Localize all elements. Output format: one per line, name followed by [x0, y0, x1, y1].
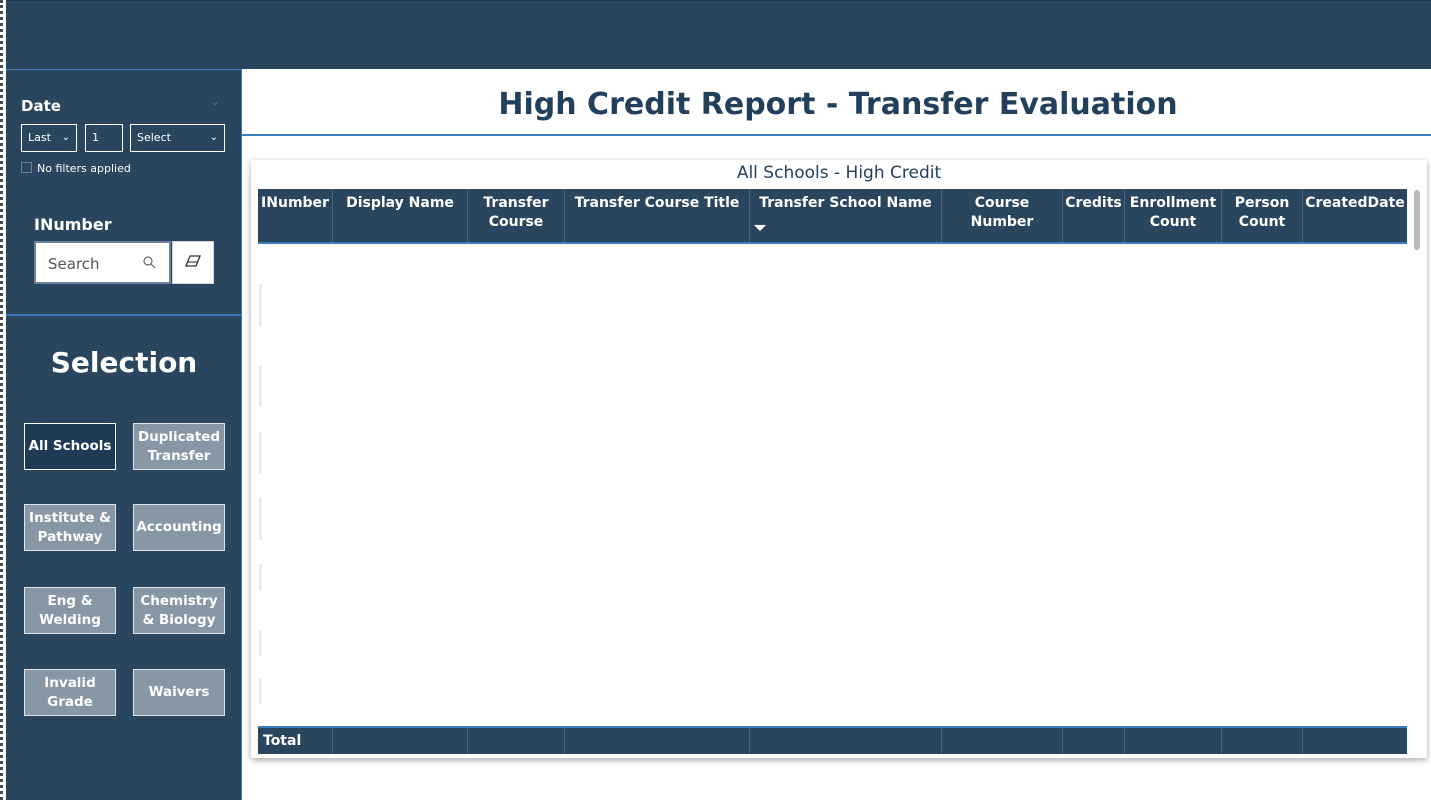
column-header-inumber[interactable]: INumber [258, 189, 333, 242]
accounting-button[interactable]: Accounting [133, 504, 225, 551]
search-icon [143, 256, 156, 273]
column-header-transfer-school-name[interactable]: Transfer School Name [750, 189, 942, 242]
table-row-placeholder [259, 365, 262, 407]
calendar-icon [21, 162, 32, 173]
all-schools-button[interactable]: All Schools [24, 423, 116, 470]
report-header: High Credit Report - Transfer Evaluation [242, 69, 1431, 136]
date-count-input[interactable]: 1 [85, 124, 123, 152]
table-title: All Schools - High Credit [736, 163, 942, 183]
filter-sidebar: Date ⌄ Last ⌄ 1 Select ⌄ No filters appl… [6, 69, 242, 800]
table-row-placeholder [259, 284, 262, 326]
column-header-display-name[interactable]: Display Name [333, 189, 468, 242]
date-period-value: Last [28, 131, 51, 144]
column-header-transfer-course-title[interactable]: Transfer Course Title [565, 189, 750, 242]
eng-welding-button[interactable]: Eng & Welding [24, 587, 116, 634]
duplicated-transfer-button[interactable]: Duplicated Transfer [133, 423, 225, 470]
total-cell [1125, 728, 1222, 754]
inumber-slicer-title: INumber [34, 215, 112, 234]
chevron-down-icon: ⌄ [209, 132, 218, 143]
column-header-course-number[interactable]: Course Number [942, 189, 1063, 242]
column-header-created-date[interactable]: CreatedDate [1303, 189, 1407, 242]
selection-title: Selection [50, 346, 198, 379]
date-filter-status-text: No filters applied [37, 162, 131, 175]
date-slicer-title: Date [21, 97, 61, 115]
page-title: High Credit Report - Transfer Evaluation [498, 87, 1178, 122]
inumber-search-input[interactable]: Search [34, 241, 171, 284]
total-label: Total [258, 728, 333, 754]
total-cell [750, 728, 942, 754]
table-row-placeholder [259, 432, 262, 474]
institute-pathway-button[interactable]: Institute & Pathway [24, 504, 116, 551]
sidebar-top-divider [6, 69, 242, 70]
eraser-icon [185, 253, 201, 271]
table-header: INumber Display Name Transfer Course Tra… [258, 189, 1407, 244]
sidebar-right-divider [241, 69, 242, 800]
total-cell [1222, 728, 1303, 754]
total-cell [1303, 728, 1407, 754]
total-cell [1063, 728, 1125, 754]
total-cell [333, 728, 468, 754]
search-placeholder: Search [48, 255, 100, 273]
date-unit-value: Select [137, 131, 171, 144]
clear-search-button[interactable] [172, 241, 214, 284]
chevron-down-icon[interactable]: ⌄ [211, 97, 219, 108]
column-header-person-count[interactable]: Person Count [1222, 189, 1303, 242]
total-cell [565, 728, 750, 754]
chemistry-biology-button[interactable]: Chemistry & Biology [133, 587, 225, 634]
table-scrollbar[interactable] [1414, 190, 1420, 250]
waivers-button[interactable]: Waivers [133, 669, 225, 716]
date-period-select[interactable]: Last ⌄ [21, 124, 77, 152]
invalid-grade-button[interactable]: Invalid Grade [24, 669, 116, 716]
date-unit-select[interactable]: Select ⌄ [130, 124, 225, 152]
chevron-down-icon: ⌄ [61, 132, 70, 143]
sort-descending-icon [754, 225, 766, 231]
date-filter-status: No filters applied [21, 162, 131, 175]
table-total-row: Total [258, 726, 1407, 754]
column-header-transfer-course[interactable]: Transfer Course [468, 189, 565, 242]
table-row-placeholder [259, 498, 262, 540]
total-cell [942, 728, 1063, 754]
column-header-enrollment-count[interactable]: Enrollment Count [1125, 189, 1222, 242]
table-row-placeholder [259, 564, 262, 590]
report-page: Date ⌄ Last ⌄ 1 Select ⌄ No filters appl… [0, 0, 1431, 800]
sidebar-section-divider [6, 314, 242, 316]
table-row-placeholder [259, 630, 262, 656]
table-row-placeholder [259, 678, 262, 704]
high-credit-table-visual: All Schools - High Credit INumber Displa… [251, 160, 1427, 758]
total-cell [468, 728, 565, 754]
top-banner [6, 0, 1431, 69]
column-header-credits[interactable]: Credits [1063, 189, 1125, 242]
column-header-transfer-school-name-label: Transfer School Name [759, 195, 932, 211]
